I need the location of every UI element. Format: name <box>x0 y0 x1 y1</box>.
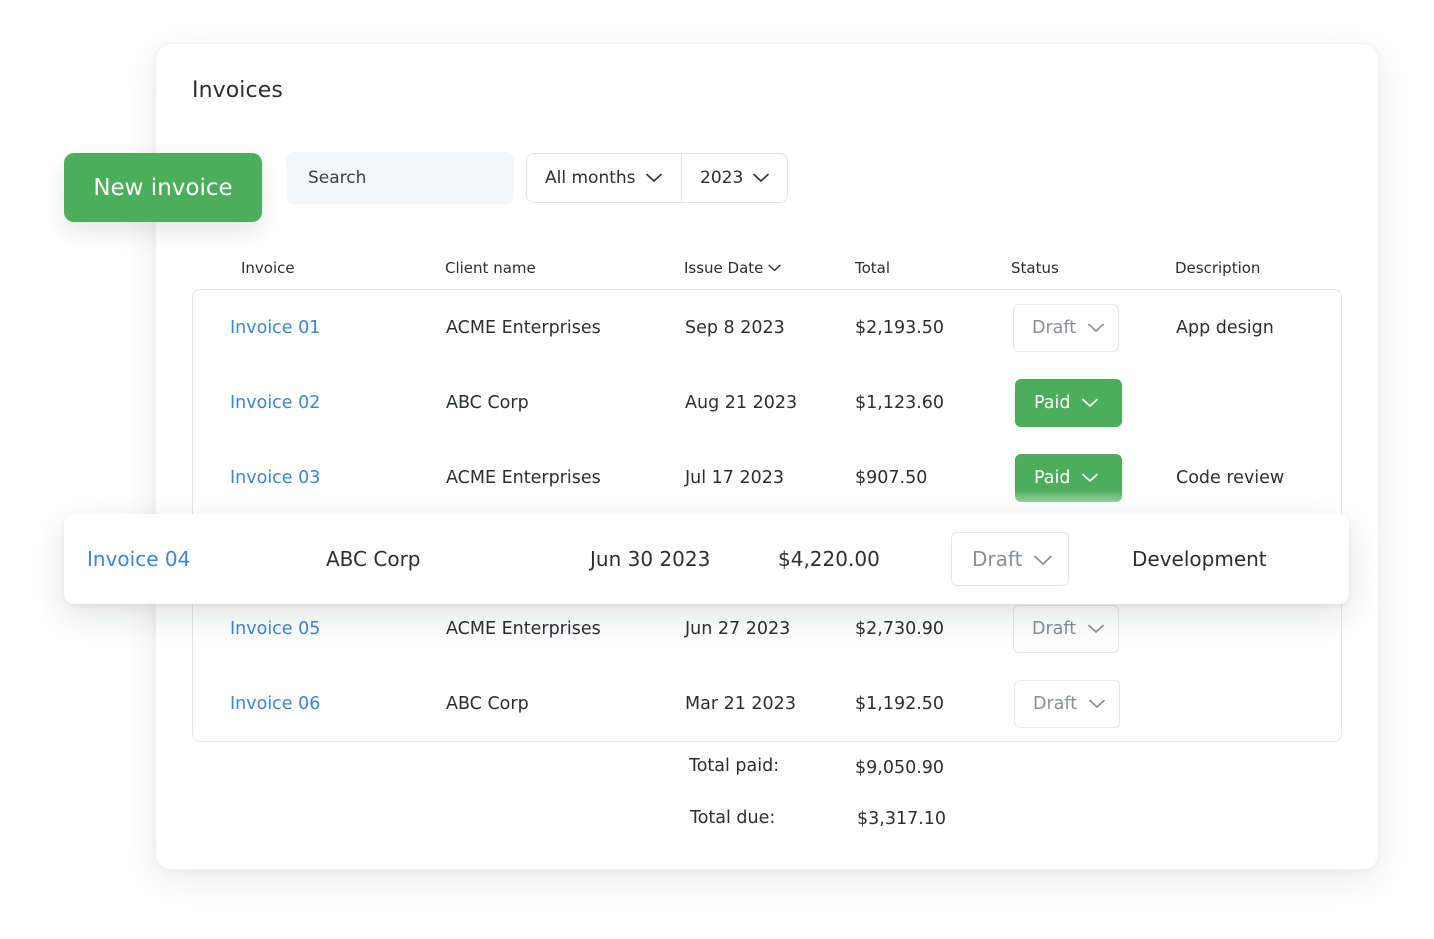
client-name: ABC Corp <box>446 392 529 413</box>
chevron-down-icon <box>645 168 662 188</box>
status-label: Draft <box>1032 618 1077 639</box>
column-header-issue-date[interactable]: Issue Date <box>684 259 782 277</box>
issue-date: Jul 17 2023 <box>685 467 785 488</box>
status-label: Draft <box>1033 693 1078 714</box>
invoice-total: $907.50 <box>855 467 928 488</box>
date-filter-group: All months 2023 <box>526 153 788 203</box>
total-due-label: Total due: <box>690 808 776 828</box>
column-header-client: Client name <box>445 259 536 277</box>
invoice-link[interactable]: Invoice 05 <box>230 619 320 639</box>
table-row: Invoice 03 ACME Enterprises Jul 17 2023 … <box>193 440 1341 515</box>
chevron-down-icon <box>1088 619 1104 639</box>
invoice-link[interactable]: Invoice 02 <box>230 393 320 413</box>
issue-date: Jun 30 2023 <box>590 547 711 571</box>
new-invoice-button[interactable]: New invoice <box>64 153 262 222</box>
invoice-link[interactable]: Invoice 04 <box>87 547 190 571</box>
column-header-invoice: Invoice <box>241 259 295 277</box>
total-paid-value: $9,050.90 <box>855 758 945 778</box>
description: Code review <box>1176 467 1285 488</box>
column-header-total: Total <box>855 259 891 277</box>
status-dropdown[interactable]: Draft <box>1013 604 1119 653</box>
total-due-value: $3,317.10 <box>857 809 947 829</box>
total-paid-label: Total paid: <box>689 756 780 776</box>
invoice-total: $2,730.90 <box>855 618 945 639</box>
status-dropdown[interactable]: Paid <box>1015 378 1122 427</box>
year-filter-label: 2023 <box>700 168 744 188</box>
status-label: Draft <box>1032 317 1077 338</box>
description: App design <box>1176 317 1274 338</box>
status-label: Paid <box>1034 467 1071 488</box>
search-input[interactable]: Search <box>286 152 514 204</box>
chevron-down-icon <box>753 168 770 188</box>
invoice-total: $2,193.50 <box>855 317 945 338</box>
invoice-link[interactable]: Invoice 01 <box>230 318 320 338</box>
invoice-link[interactable]: Invoice 03 <box>230 468 320 488</box>
search-placeholder: Search <box>308 168 367 188</box>
chevron-down-icon <box>1089 694 1105 714</box>
table-row: Invoice 01 ACME Enterprises Sep 8 2023 $… <box>193 290 1341 365</box>
year-filter-dropdown[interactable]: 2023 <box>682 154 770 202</box>
months-filter-label: All months <box>545 168 636 188</box>
issue-date: Mar 21 2023 <box>685 693 796 714</box>
status-dropdown[interactable]: Draft <box>1014 679 1120 728</box>
invoice-link[interactable]: Invoice 06 <box>230 694 320 714</box>
months-filter-dropdown[interactable]: All months <box>527 154 682 202</box>
table-row: Invoice 02 ABC Corp Aug 21 2023 $1,123.6… <box>193 365 1341 440</box>
issue-date: Sep 8 2023 <box>685 317 785 338</box>
chevron-down-icon <box>1088 318 1104 338</box>
sort-chevron-icon <box>768 264 782 272</box>
invoice-total: $1,123.60 <box>855 392 945 413</box>
issue-date: Aug 21 2023 <box>685 392 798 413</box>
page-title: Invoices <box>192 78 283 103</box>
client-name: ABC Corp <box>446 693 529 714</box>
status-dropdown[interactable]: Draft <box>951 532 1069 586</box>
table-row: Invoice 06 ABC Corp Mar 21 2023 $1,192.5… <box>193 666 1341 741</box>
client-name: ACME Enterprises <box>446 317 601 338</box>
column-header-description: Description <box>1175 259 1261 277</box>
status-dropdown[interactable]: Paid <box>1015 453 1122 502</box>
chevron-down-icon <box>1082 393 1099 413</box>
invoice-total: $1,192.50 <box>855 693 945 714</box>
column-header-status: Status <box>1011 259 1059 277</box>
highlighted-table-row[interactable]: Invoice 04 ABC Corp Jun 30 2023 $4,220.0… <box>64 514 1349 604</box>
chevron-down-icon <box>1034 547 1053 571</box>
status-label: Paid <box>1034 392 1071 413</box>
issue-date: Jun 27 2023 <box>685 618 791 639</box>
client-name: ACME Enterprises <box>446 618 601 639</box>
issue-date-header-label: Issue Date <box>684 259 764 277</box>
description: Development <box>1132 547 1267 571</box>
invoice-total: $4,220.00 <box>778 547 880 571</box>
client-name: ACME Enterprises <box>446 467 601 488</box>
status-dropdown[interactable]: Draft <box>1013 303 1119 352</box>
chevron-down-icon <box>1082 468 1099 488</box>
client-name: ABC Corp <box>326 547 421 571</box>
status-label: Draft <box>972 547 1023 571</box>
